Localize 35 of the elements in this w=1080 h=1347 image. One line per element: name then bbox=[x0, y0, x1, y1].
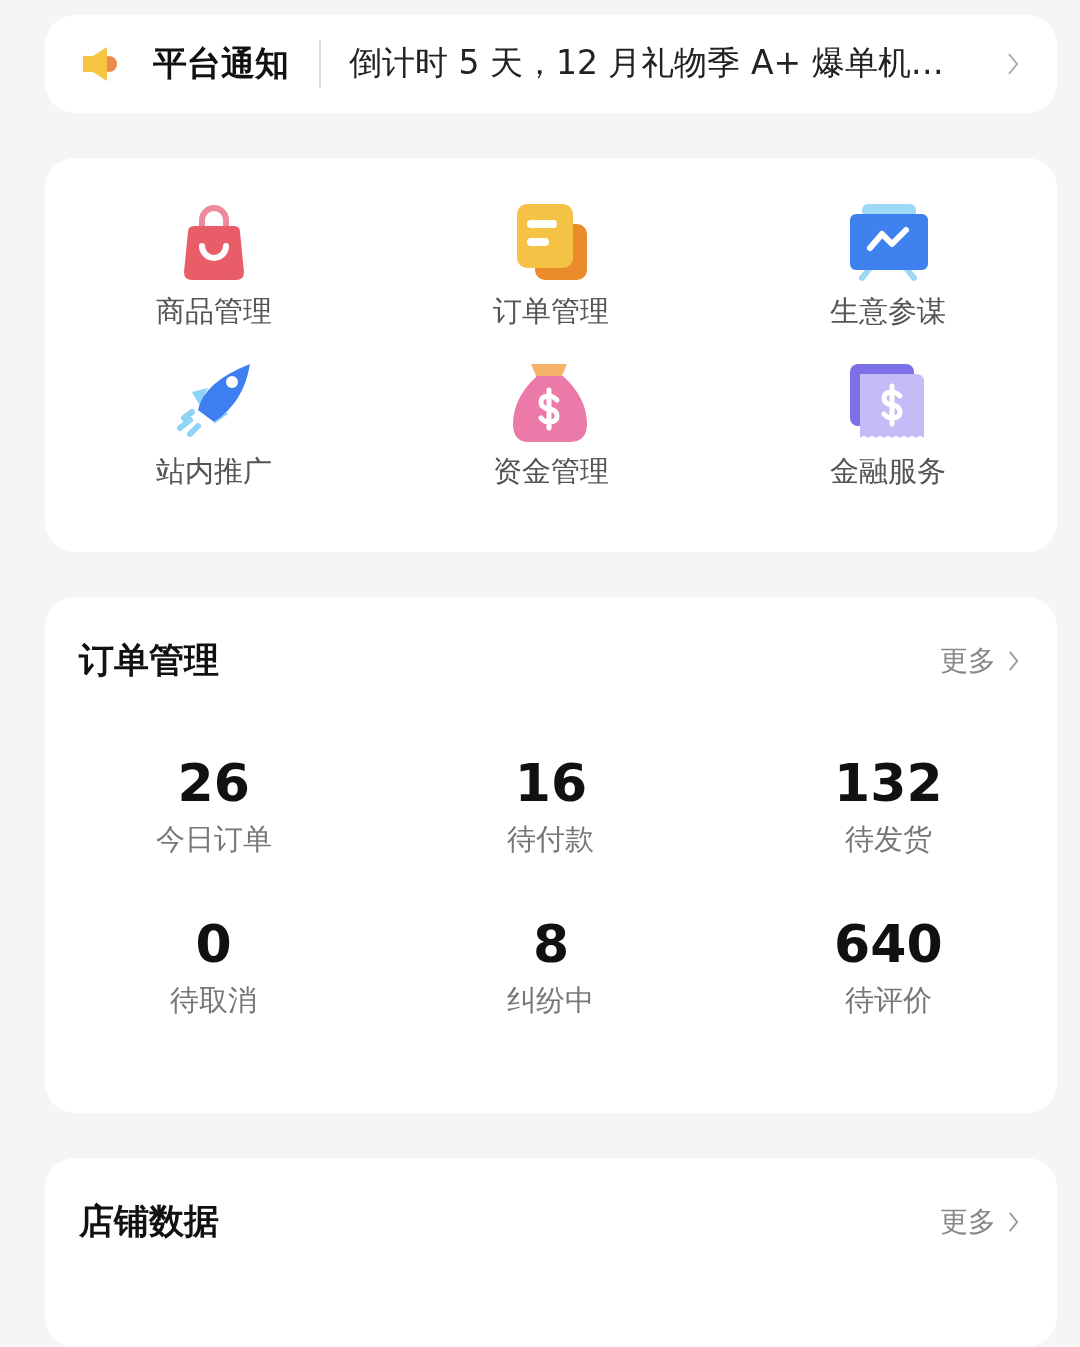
chart-board-icon bbox=[848, 201, 929, 282]
stat-label[interactable]: 待评价 bbox=[844, 981, 932, 1022]
stat-label[interactable]: 待付款 bbox=[507, 819, 595, 860]
more-link[interactable]: 更多 bbox=[940, 1202, 1019, 1241]
shortcut-label: 站内推广 bbox=[155, 452, 272, 490]
stat-value: 8 bbox=[532, 915, 570, 974]
notice-text: 倒计时 5 天，12 月礼物季 A+ 爆单机… bbox=[349, 42, 945, 85]
shortcut-item[interactable]: 金融服务 bbox=[719, 361, 1057, 492]
chevron-right-icon bbox=[1008, 1210, 1019, 1233]
stat-label[interactable]: 纠纷中 bbox=[507, 981, 595, 1022]
stat-label[interactable]: 待取消 bbox=[170, 981, 258, 1022]
stat-value: 0 bbox=[195, 915, 232, 974]
notice-title: 平台通知 bbox=[153, 41, 289, 85]
chevron-right-icon bbox=[1008, 649, 1019, 672]
more-link[interactable]: 更多 bbox=[940, 641, 1019, 680]
notice-bar[interactable]: 平台通知 倒计时 5 天，12 月礼物季 A+ 爆单机… bbox=[45, 15, 1057, 113]
shortcut-item[interactable]: 生意参谋 bbox=[719, 201, 1057, 332]
shortcut-label: 生意参谋 bbox=[830, 292, 947, 330]
stat-label[interactable]: 今日订单 bbox=[155, 819, 272, 860]
chevron-right-icon bbox=[1007, 51, 1019, 76]
shortcut-label: 资金管理 bbox=[493, 452, 609, 490]
stat-value: 16 bbox=[514, 754, 588, 812]
stat-value: 640 bbox=[834, 915, 943, 974]
shortcut-label: 订单管理 bbox=[493, 292, 609, 330]
stat-value: 26 bbox=[177, 754, 250, 812]
stat-value: 132 bbox=[834, 754, 943, 812]
shortcut-item[interactable]: 订单管理 bbox=[382, 201, 720, 332]
shortcut-label: 金融服务 bbox=[830, 452, 947, 490]
shortcut-item[interactable]: 资金管理 bbox=[382, 361, 720, 492]
shortcut-item[interactable]: 站内推广 bbox=[45, 361, 383, 492]
section-title: 订单管理 bbox=[79, 639, 219, 683]
shortcut-label: 商品管理 bbox=[155, 292, 272, 330]
stat-label[interactable]: 待发货 bbox=[844, 819, 932, 860]
section-title: 店铺数据 bbox=[79, 1200, 219, 1244]
shortcut-item[interactable]: 商品管理 bbox=[45, 201, 383, 332]
